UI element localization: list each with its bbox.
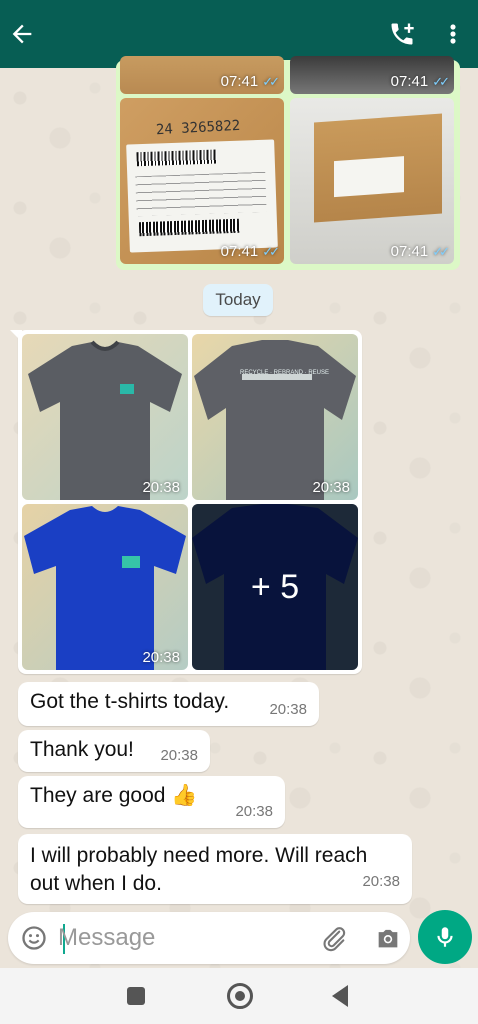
back-print-text: RECYCLE · REBRAND · REUSE (240, 370, 330, 376)
photo-box-1[interactable]: 07:41 ✓✓ (120, 56, 284, 94)
home-icon[interactable] (227, 983, 253, 1009)
message-time: 20:38 (160, 747, 198, 764)
message-bubble[interactable]: Got the t-shirts today. 20:38 (18, 682, 319, 726)
sent-media-bubble[interactable]: 07:41 ✓✓ 07:41 ✓✓ 24 3265822 07:41 ✓✓ 07:41… (116, 56, 460, 270)
microphone-button[interactable] (418, 910, 472, 964)
handwritten-number: 24 3265822 (155, 117, 241, 139)
cardboard-box (314, 113, 442, 223)
photo-grey-shirt-front[interactable]: 20:38 (22, 334, 188, 500)
message-text: They are good 👍 (30, 784, 198, 807)
message-bubble[interactable]: Thank you! 20:38 (18, 730, 210, 772)
message-bubble[interactable]: I will probably need more. Will reach ou… (18, 834, 412, 904)
photo-box-label[interactable]: 24 3265822 07:41 ✓✓ (120, 98, 284, 264)
shipping-label (126, 139, 278, 253)
photo-timestamp: 07:41 ✓✓ (220, 243, 280, 260)
photo-timestamp: 20:38 (142, 479, 180, 496)
emoji-icon[interactable] (20, 924, 48, 952)
message-composer (8, 912, 410, 964)
recents-icon[interactable] (127, 987, 145, 1005)
camera-icon[interactable] (374, 924, 402, 952)
microphone-icon (437, 927, 453, 947)
photo-blue-shirt-front[interactable]: 20:38 (22, 504, 188, 670)
message-time: 20:38 (235, 803, 273, 820)
message-text: Got the t-shirts today. (30, 690, 230, 713)
message-input[interactable] (58, 922, 308, 954)
message-time: 20:38 (362, 873, 400, 890)
date-chip: Today (203, 284, 273, 316)
photo-timestamp: 07:41 ✓✓ (220, 73, 280, 90)
photo-timestamp: 20:38 (142, 649, 180, 666)
add-call-icon[interactable] (388, 20, 416, 48)
tshirt-image (24, 506, 186, 670)
message-time: 20:38 (269, 701, 307, 718)
received-media-bubble[interactable]: 20:38 RECYCLE · REBRAND · REUSE 20:38 20… (18, 330, 362, 674)
photo-more[interactable]: + 5 (192, 504, 358, 670)
photo-timestamp: 07:41 ✓✓ (390, 73, 450, 90)
box-label (334, 156, 404, 198)
photo-timestamp: 07:41 ✓✓ (390, 243, 450, 260)
message-text: I will probably need more. Will reach ou… (30, 844, 368, 895)
message-bubble[interactable]: They are good 👍 20:38 (18, 776, 285, 828)
back-triangle-icon[interactable] (332, 985, 348, 1007)
more-vert-icon[interactable] (442, 20, 464, 48)
label-lines (135, 171, 267, 217)
photo-grey-shirt-back[interactable]: RECYCLE · REBRAND · REUSE 20:38 (192, 334, 358, 500)
tshirt-image (28, 340, 182, 500)
paperclip-icon[interactable] (320, 924, 348, 952)
photo-box-2[interactable]: 07:41 ✓✓ (290, 56, 454, 94)
message-text: Thank you! (30, 738, 134, 761)
photo-box-closed[interactable]: 07:41 ✓✓ (290, 98, 454, 264)
barcode (138, 218, 240, 237)
barcode (136, 149, 217, 167)
tshirt-image (194, 340, 356, 500)
photo-timestamp: 20:38 (312, 479, 350, 496)
arrow-back-icon[interactable] (8, 20, 36, 48)
more-photos-count[interactable]: + 5 (192, 504, 358, 670)
system-nav-bar (0, 968, 478, 1024)
